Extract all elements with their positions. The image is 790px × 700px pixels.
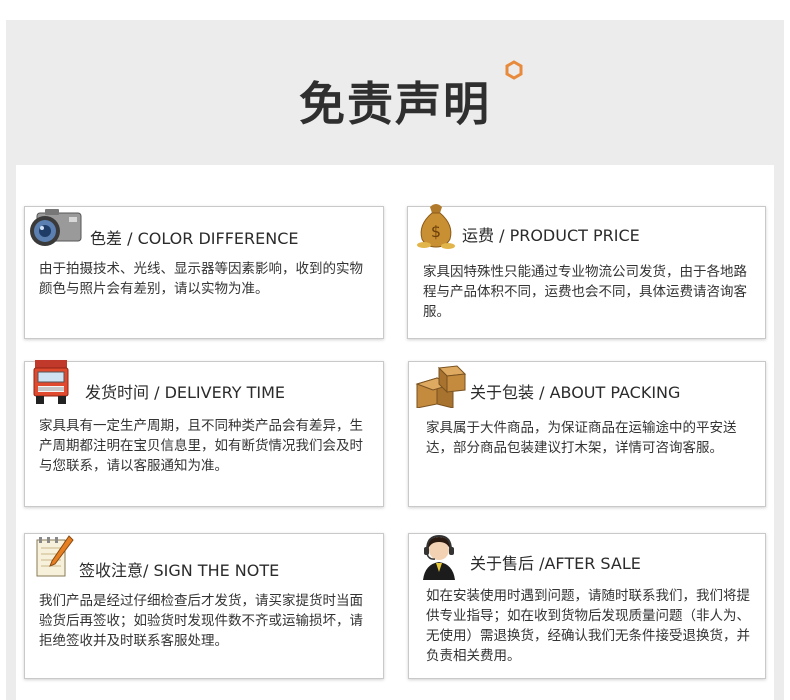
- bottom-fade: [409, 662, 765, 678]
- card-delivery-time: 发货时间 / DELIVERY TIME 家具具有一定生产周期，且不同种类产品会…: [24, 360, 384, 507]
- card-sign-the-note: 签收注意/ SIGN THE NOTE 我们产品是经过仔细检查后才发货，请买家提…: [24, 533, 384, 679]
- card-body: 如在安装使用时遇到问题，请随时联系我们，我们将提供专业指导；如在收到货物后发现质…: [426, 588, 750, 664]
- card-body: 我们产品是经过仔细检查后才发货，请买家提货时当面验货后再签收；如验货时发现件数不…: [39, 593, 363, 649]
- card-after-sale: 关于售后 /AFTER SALE 如在安装使用时遇到问题，请随时联系我们，我们将…: [408, 533, 766, 679]
- notepad-pen-icon: [36, 535, 74, 577]
- card-title: 色差 / COLOR DIFFERENCE: [90, 229, 299, 248]
- card-title: 运费 / PRODUCT PRICE: [462, 226, 640, 245]
- card-title: 关于售后 /AFTER SALE: [470, 554, 641, 573]
- money-bag-icon: $: [417, 204, 455, 249]
- card-title: 发货时间 / DELIVERY TIME: [85, 383, 286, 402]
- card-body: 家具属于大件商品，为保证商品在运输途中的平安送达，部分商品包装建议打木架，详情可…: [426, 420, 737, 456]
- card-body: 家具具有一定生产周期，且不同种类产品会有差异，生产周期都注明在宝贝信息里，如有断…: [39, 418, 363, 474]
- card-product-price: $ 运费 / PRODUCT PRICE 家具因特殊性只能通过专业物流公司发货，…: [407, 204, 766, 339]
- card-about-packing: 关于包装 / ABOUT PACKING 家具属于大件商品，为保证商品在运输途中…: [408, 361, 766, 507]
- customer-service-icon: [423, 534, 455, 580]
- card-title: 签收注意/ SIGN THE NOTE: [79, 561, 280, 580]
- svg-text:$: $: [431, 222, 441, 241]
- camera-icon: [30, 209, 82, 246]
- boxes-icon: [415, 365, 467, 408]
- page-title: 免责声明: [299, 77, 491, 131]
- page: 免责声明 色差 / COLOR DIFFERENCE 由于拍摄技术、光线、显示器…: [0, 0, 790, 700]
- truck-icon: [33, 360, 69, 404]
- card-color-difference: 色差 / COLOR DIFFERENCE 由于拍摄技术、光线、显示器等因素影响…: [24, 206, 384, 339]
- card-title: 关于包装 / ABOUT PACKING: [470, 383, 681, 402]
- card-body: 家具因特殊性只能通过专业物流公司发货，由于各地路程与产品体积不同，运费也会不同，…: [423, 264, 747, 320]
- hexagon-icon: [505, 60, 523, 80]
- card-body: 由于拍摄技术、光线、显示器等因素影响，收到的实物颜色与照片会有差别，请以实物为准…: [39, 261, 363, 297]
